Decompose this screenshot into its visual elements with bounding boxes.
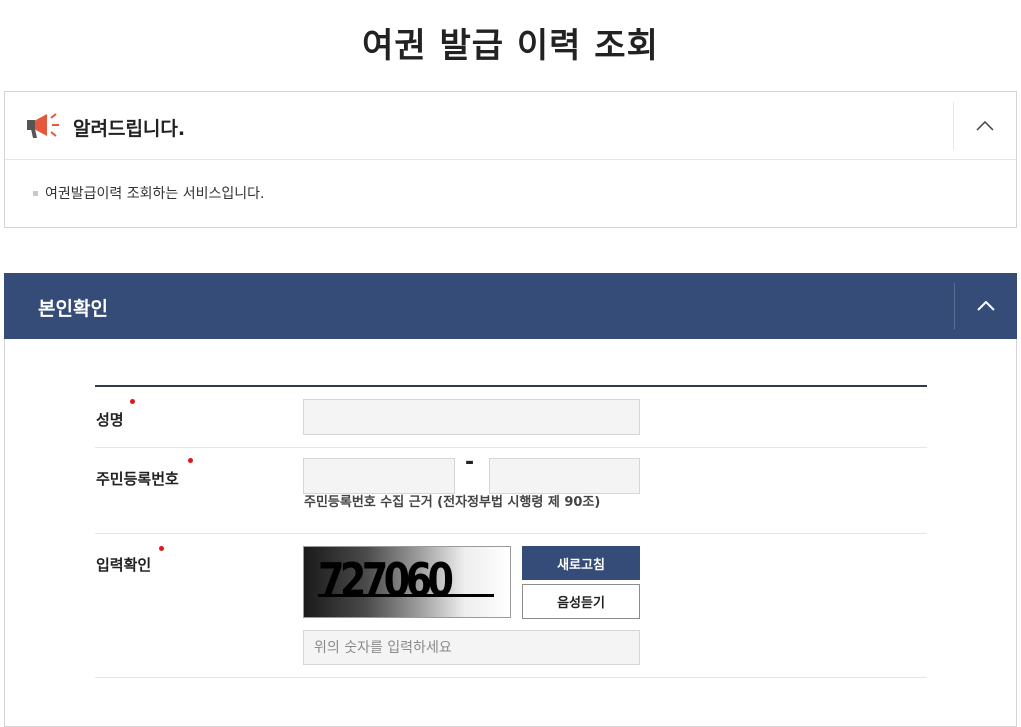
verify-section-body: 성명 주민등록번호 - 주민등록번호 수집 근거 (전자정부법 시행령 제 90… <box>4 339 1017 727</box>
page-title: 여권 발급 이력 조회 <box>362 26 659 66</box>
name-input[interactable] <box>303 399 640 435</box>
notice-panel: 알려드립니다. 여권발급이력 조회하는 서비스입니다. <box>4 91 1017 228</box>
chevron-up-icon <box>977 299 995 314</box>
bullet-icon <box>33 191 38 196</box>
captcha-input[interactable] <box>303 630 640 665</box>
form-row-name: 성명 <box>95 387 927 448</box>
rrn-label: 주민등록번호 <box>96 470 179 488</box>
name-label: 성명 <box>96 411 124 429</box>
rrn-collection-note: 주민등록번호 수집 근거 (전자정부법 시행령 제 90조) <box>304 495 601 510</box>
rrn-separator: - <box>465 450 475 475</box>
chevron-up-icon <box>976 119 994 134</box>
captcha-text: 727060 <box>318 553 454 607</box>
required-indicator <box>159 546 164 551</box>
verify-section-header: 본인확인 <box>4 273 1017 339</box>
required-indicator <box>188 458 193 463</box>
form-row-rrn: 주민등록번호 - 주민등록번호 수집 근거 (전자정부법 시행령 제 90조) <box>95 448 927 534</box>
verify-collapse-button[interactable] <box>954 283 1017 329</box>
rrn-first-input[interactable] <box>303 458 455 494</box>
captcha-refresh-button[interactable]: 새로고침 <box>522 546 640 580</box>
notice-title: 알려드립니다. <box>73 118 186 140</box>
captcha-label: 입력확인 <box>96 556 152 574</box>
megaphone-icon <box>25 110 61 142</box>
required-indicator <box>130 399 135 404</box>
captcha-audio-button[interactable]: 음성듣기 <box>522 584 640 619</box>
rrn-second-input[interactable] <box>489 458 640 494</box>
notice-item: 여권발급이력 조회하는 서비스입니다. <box>45 186 265 202</box>
notice-collapse-button[interactable] <box>953 102 1016 150</box>
notice-body: 여권발급이력 조회하는 서비스입니다. <box>5 160 1016 227</box>
captcha-noise-line <box>318 594 494 597</box>
form-row-captcha: 입력확인 727060 새로고침 음성듣기 <box>95 534 927 678</box>
verify-form: 성명 주민등록번호 - 주민등록번호 수집 근거 (전자정부법 시행령 제 90… <box>95 385 927 678</box>
captcha-image: 727060 <box>303 546 511 618</box>
verify-section-title: 본인확인 <box>38 298 108 320</box>
notice-header: 알려드립니다. <box>5 92 1016 160</box>
